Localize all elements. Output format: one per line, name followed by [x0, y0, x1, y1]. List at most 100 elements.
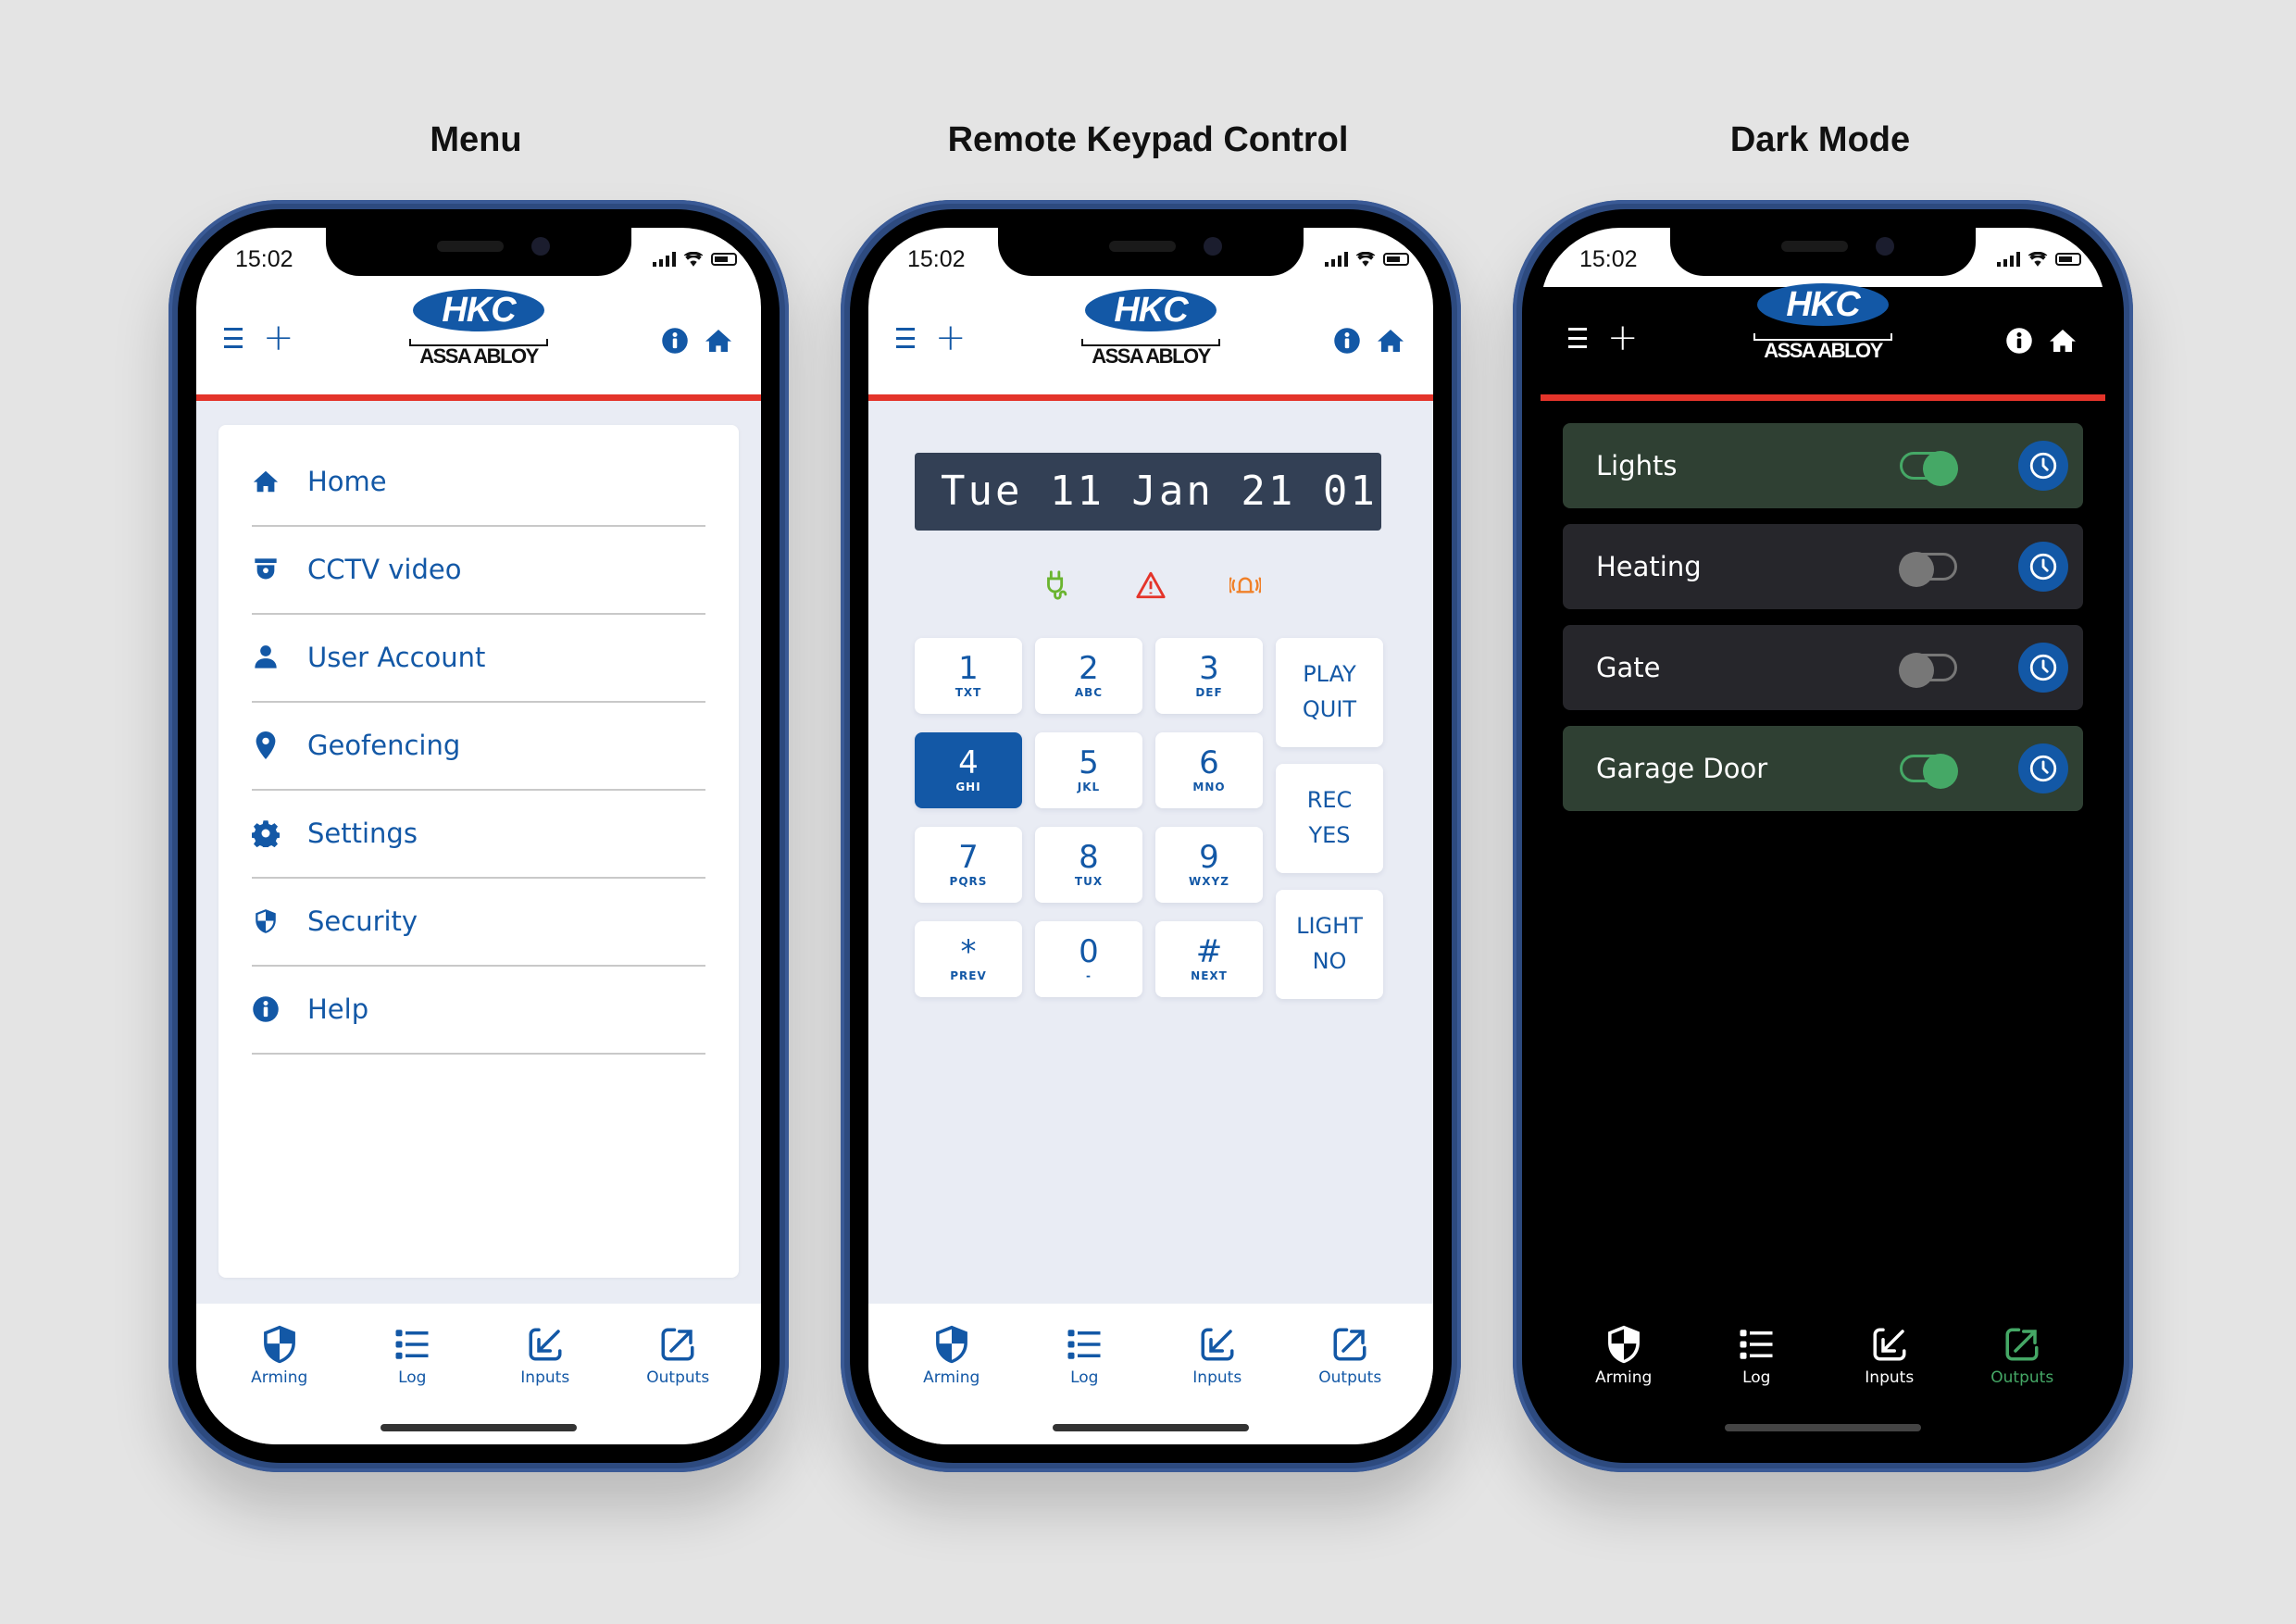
keypad-key-2[interactable]: 2 ABC [1035, 638, 1142, 714]
plus-icon[interactable]: + [935, 319, 967, 356]
wifi-icon [1355, 252, 1376, 267]
shield-icon [1604, 1324, 1643, 1365]
menu-icon[interactable] [896, 328, 915, 348]
keypad-key-6[interactable]: 6 MNO [1155, 732, 1263, 808]
section-title-keypad: Remote Keypad Control [947, 120, 1349, 159]
tab-log[interactable]: Log [1033, 1324, 1135, 1387]
info-icon[interactable] [2005, 327, 2033, 355]
tab-arming[interactable]: Arming [901, 1324, 1003, 1387]
accent-divider [196, 394, 761, 401]
menu-item-user-account[interactable]: User Account [252, 614, 705, 703]
shield-icon [254, 908, 278, 934]
keypad-key-4[interactable]: 4 GHI [915, 732, 1022, 808]
menu-icon[interactable] [224, 328, 243, 348]
tab-arming[interactable]: Arming [1573, 1324, 1675, 1387]
tab-log[interactable]: Log [361, 1324, 463, 1387]
key-digit: 8 [1079, 839, 1099, 876]
menu-item-settings[interactable]: Settings [252, 790, 705, 879]
output-row: Garage Door [1563, 726, 2083, 811]
key-digit: # [1195, 933, 1223, 970]
function-key-play-quit[interactable]: PLAY QUIT [1276, 638, 1383, 747]
home-indicator[interactable] [1725, 1424, 1921, 1431]
keypad-key-1[interactable]: 1 TXT [915, 638, 1022, 714]
output-toggle[interactable] [1900, 451, 1958, 486]
keypad-key-0[interactable]: 0- [1035, 921, 1142, 997]
output-row: Lights [1563, 423, 2083, 508]
info-icon[interactable] [661, 327, 689, 355]
schedule-button[interactable] [2018, 542, 2068, 592]
plus-icon[interactable]: + [1607, 319, 1639, 356]
tab-outputs[interactable]: Outputs [1299, 1324, 1401, 1387]
schedule-button[interactable] [2018, 743, 2068, 793]
status-time: 15:02 [907, 246, 966, 272]
home-icon[interactable] [1376, 326, 1405, 356]
keypad-key-9[interactable]: 9 WXYZ [1155, 827, 1263, 903]
function-key-rec-yes[interactable]: REC YES [1276, 764, 1383, 873]
function-key-light-no[interactable]: LIGHT NO [1276, 890, 1383, 999]
toggle-knob [1923, 754, 1958, 789]
info-icon [252, 995, 280, 1023]
app-header: + HKC ASSA ABLOY [196, 287, 761, 394]
bottom-tab-bar: Arming Log Inputs Outputs [868, 1304, 1433, 1444]
toggle-knob [1899, 653, 1934, 688]
tab-outputs[interactable]: Outputs [627, 1324, 729, 1387]
tab-inputs[interactable]: Inputs [494, 1324, 596, 1387]
tab-arming[interactable]: Arming [229, 1324, 331, 1387]
shield-icon [932, 1324, 971, 1365]
menu-list: Home CCTV video User Account Geofencing … [218, 425, 739, 1278]
output-toggle[interactable] [1899, 552, 1957, 587]
power-plug-icon [1047, 570, 1067, 600]
gear-icon [252, 820, 280, 847]
menu-item-home[interactable]: Home [252, 438, 705, 527]
accent-divider [1541, 394, 2105, 401]
menu-item-security[interactable]: Security [252, 878, 705, 967]
input-arrow-icon [1870, 1324, 1909, 1365]
menu-item-geofencing[interactable]: Geofencing [252, 702, 705, 791]
menu-item-label: Geofencing [307, 730, 461, 761]
tab-inputs[interactable]: Inputs [1167, 1324, 1268, 1387]
output-toggle[interactable] [1899, 653, 1957, 688]
home-icon[interactable] [704, 326, 733, 356]
output-arrow-icon [1330, 1324, 1369, 1365]
home-icon[interactable] [2048, 326, 2078, 356]
keypad-key-7[interactable]: 7 PQRS [915, 827, 1022, 903]
tab-outputs[interactable]: Outputs [1971, 1324, 2073, 1387]
clock-icon [2028, 551, 2059, 582]
key-letters: WXYZ [1189, 875, 1229, 888]
hkc-logo: HKC ASSA ABLOY [1753, 281, 1892, 374]
output-arrow-icon [658, 1324, 697, 1365]
home-indicator[interactable] [381, 1424, 577, 1431]
status-time: 15:02 [1579, 246, 1638, 272]
home-icon [252, 468, 280, 495]
function-key-label: NO [1312, 948, 1347, 974]
menu-item-help[interactable]: Help [252, 966, 705, 1055]
keypad-key-*[interactable]: * PREV [915, 921, 1022, 997]
hkc-logo: HKC ASSA ABLOY [1081, 287, 1220, 380]
keypad-key-3[interactable]: 3 DEF [1155, 638, 1263, 714]
key-digit: 4 [958, 744, 979, 781]
schedule-button[interactable] [2018, 643, 2068, 693]
warning-triangle-icon [1136, 571, 1166, 599]
bottom-tab-bar: Arming Log Inputs Outputs [1541, 1304, 2105, 1444]
tab-log[interactable]: Log [1705, 1324, 1807, 1387]
list-icon [1737, 1324, 1776, 1365]
keypad-key-8[interactable]: 8 TUX [1035, 827, 1142, 903]
phone-menu: 15:02 + HKC ASSA ABLOY Home CCTV video U… [168, 200, 789, 1472]
key-letters: ABC [1074, 686, 1104, 699]
menu-icon[interactable] [1568, 328, 1587, 348]
key-digit: 9 [1199, 839, 1219, 876]
key-digit: 0 [1079, 933, 1099, 970]
info-icon[interactable] [1333, 327, 1361, 355]
key-letters: PQRS [949, 875, 988, 888]
keypad-key-#[interactable]: # NEXT [1155, 921, 1263, 997]
hkc-logo: HKC ASSA ABLOY [409, 287, 548, 380]
key-digit: 1 [958, 650, 979, 687]
home-indicator[interactable] [1053, 1424, 1249, 1431]
plus-icon[interactable]: + [263, 319, 294, 356]
function-key-label: QUIT [1302, 696, 1357, 722]
schedule-button[interactable] [2018, 441, 2068, 491]
keypad-key-5[interactable]: 5 JKL [1035, 732, 1142, 808]
tab-inputs[interactable]: Inputs [1839, 1324, 1940, 1387]
output-toggle[interactable] [1900, 754, 1958, 789]
menu-item-cctv[interactable]: CCTV video [252, 526, 705, 615]
